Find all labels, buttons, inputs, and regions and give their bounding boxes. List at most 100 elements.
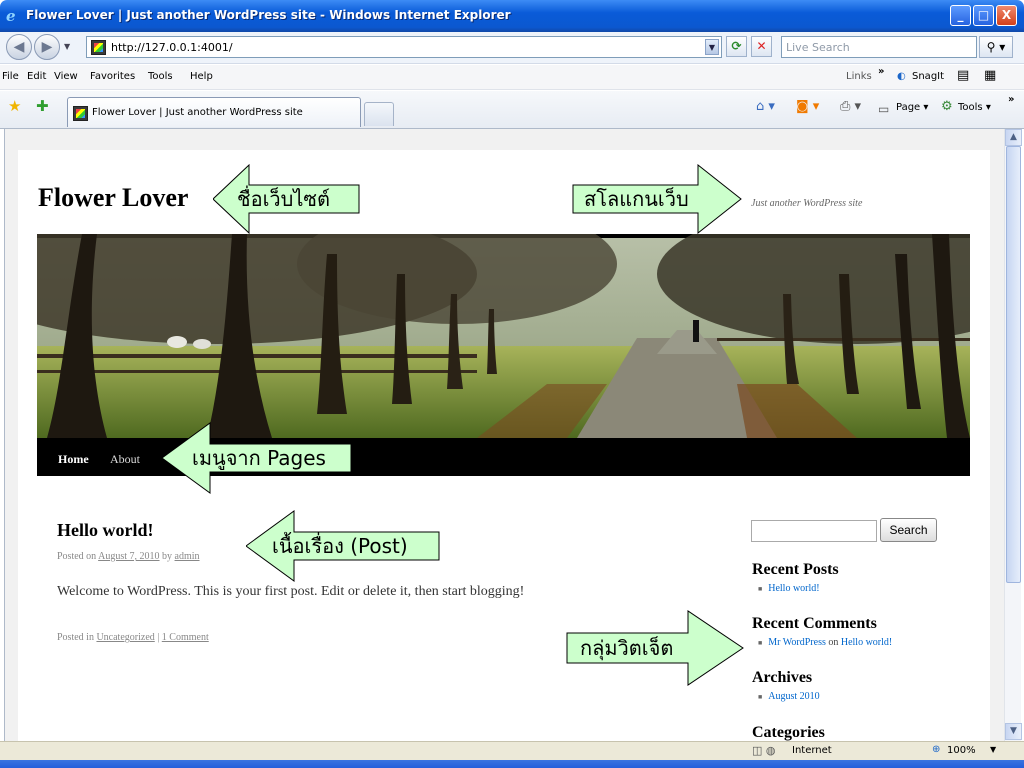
add-favorites-icon[interactable]: ✚ (36, 97, 49, 115)
close-button[interactable]: X (996, 5, 1017, 26)
widget-title-archives: Archives (752, 669, 813, 686)
page-menu[interactable]: Page ▾ (896, 102, 928, 113)
tab-flower-lover[interactable]: Flower Lover | Just another WordPress si… (67, 97, 361, 127)
minimize-button[interactable]: _ (950, 5, 971, 26)
vertical-scrollbar[interactable]: ▲ ▼ (1004, 129, 1022, 741)
comment-post-link[interactable]: Hello world! (841, 637, 892, 648)
annotation-content: เนื้อเรื่อง (Post) (246, 510, 440, 582)
favorites-star-icon[interactable]: ★ (8, 97, 21, 115)
print-icon[interactable]: ⎙ ▾ (840, 99, 861, 114)
address-dropdown-icon[interactable]: ▼ (705, 39, 719, 55)
tab-label: Flower Lover | Just another WordPress si… (92, 107, 303, 118)
home-icon[interactable]: ⌂ ▾ (756, 99, 775, 114)
ie-logo-icon: e (6, 7, 16, 25)
footer-separator: | (157, 632, 160, 643)
bullet-icon: ■ (758, 585, 763, 593)
bullet-icon: ■ (758, 693, 763, 701)
menu-help[interactable]: Help (190, 71, 213, 82)
menu-edit[interactable]: Edit (27, 71, 46, 82)
widget-title-categories: Categories (752, 724, 825, 741)
recent-comment-item: ■ Mr WordPress on Hello world! (758, 637, 892, 648)
links-button[interactable]: Links (846, 71, 872, 82)
scroll-up-icon[interactable]: ▲ (1005, 129, 1022, 146)
comment-author-link[interactable]: Mr WordPress (768, 637, 826, 648)
zoom-level[interactable]: 100% (947, 745, 976, 756)
maximize-button[interactable]: □ (973, 5, 994, 26)
annotation-site-name: ชื่อเว็บไซต์ (213, 164, 360, 234)
comments-link[interactable]: 1 Comment (162, 632, 209, 643)
forward-arrow-icon[interactable]: ▶ (34, 34, 60, 60)
window-title: Flower Lover | Just another WordPress si… (26, 8, 511, 22)
search-icon[interactable]: ⚲ ▾ (979, 36, 1013, 58)
address-bar[interactable]: http://127.0.0.1:4001/ ▼ (86, 36, 722, 58)
chevron-more-icon[interactable]: » (1008, 94, 1014, 105)
widget-title-recent-posts: Recent Posts (752, 561, 839, 578)
site-title[interactable]: Flower Lover (38, 183, 188, 213)
post-date-link[interactable]: August 7, 2010 (98, 551, 159, 562)
site-favicon-icon (91, 40, 106, 55)
window-titlebar: e Flower Lover | Just another WordPress … (0, 0, 1024, 32)
annotation-content-text: เนื้อเรื่อง (Post) (272, 534, 408, 558)
post-footer: Posted in Uncategorized | 1 Comment (57, 632, 209, 643)
back-arrow-icon[interactable]: ◀ (6, 34, 32, 60)
snagit-icon[interactable]: ◐ (897, 71, 906, 82)
menu-favorites[interactable]: Favorites (90, 71, 135, 82)
page-menu-label: Page (896, 102, 921, 113)
stop-icon[interactable]: ✕ (751, 36, 772, 57)
widget-title-recent-comments: Recent Comments (752, 615, 877, 632)
annotation-menu: เมนูจาก Pages (162, 422, 352, 494)
snagit-editor-icon[interactable]: ▦ (984, 68, 996, 83)
annotation-site-name-text: ชื่อเว็บไซต์ (237, 187, 330, 211)
nav-home-link[interactable]: Home (58, 452, 89, 467)
sidebar-search-input[interactable] (751, 520, 877, 542)
comment-on-label: on (828, 637, 839, 648)
annotation-slogan: สโลแกนเว็บ (572, 164, 742, 234)
archive-item: ■ August 2010 (758, 691, 820, 702)
menu-file[interactable]: File (2, 71, 19, 82)
header-image (37, 234, 970, 438)
security-zone: Internet (792, 745, 832, 756)
annotation-slogan-text: สโลแกนเว็บ (584, 187, 689, 211)
page-icon[interactable]: ▭ (878, 102, 889, 116)
post-title-link[interactable]: Hello world! (57, 520, 154, 541)
site-tagline: Just another WordPress site (751, 198, 863, 209)
scroll-thumb[interactable] (1006, 146, 1021, 583)
tools-gear-icon[interactable]: ⚙ (941, 99, 953, 114)
menu-tools[interactable]: Tools (148, 71, 173, 82)
post-author-link[interactable]: admin (175, 551, 200, 562)
snagit-capture-icon[interactable]: ▤ (957, 68, 969, 83)
archive-link[interactable]: August 2010 (768, 691, 819, 702)
feeds-icon[interactable]: ◙ ▾ (796, 99, 819, 114)
menu-view[interactable]: View (54, 71, 78, 82)
annotation-menu-text: เมนูจาก Pages (192, 446, 326, 470)
tools-menu-label: Tools (958, 102, 983, 113)
bullet-icon: ■ (758, 639, 763, 647)
globe-icon: ◫ ◍ (752, 744, 776, 757)
live-search-input[interactable]: Live Search (781, 36, 977, 58)
category-link[interactable]: Uncategorized (96, 632, 154, 643)
post-content: Welcome to WordPress. This is your first… (57, 584, 525, 599)
posted-on-label: Posted on (57, 551, 97, 562)
taskbar (0, 760, 1024, 768)
recent-post-link[interactable]: Hello world! (768, 583, 819, 594)
posted-in-label: Posted in (57, 632, 94, 643)
post-meta: Posted on August 7, 2010 by admin (57, 551, 200, 562)
scroll-down-icon[interactable]: ▼ (1005, 723, 1022, 740)
snagit-button[interactable]: SnagIt (912, 71, 944, 82)
by-label: by (162, 551, 173, 562)
recent-post-item: ■ Hello world! (758, 583, 820, 594)
sidebar-search-button[interactable]: Search (880, 518, 937, 542)
zoom-dropdown-icon[interactable]: ▼ (990, 745, 996, 754)
new-tab-button[interactable] (364, 102, 394, 126)
history-dropdown-icon[interactable]: ▼ (64, 42, 70, 51)
annotation-widgets-text: กลุ่มวิตเจ็ต (580, 636, 674, 660)
refresh-icon[interactable]: ⟳ (726, 36, 747, 57)
tab-favicon-icon (73, 106, 88, 121)
nav-about-link[interactable]: About (110, 452, 140, 467)
chevron-more-icon[interactable]: » (878, 66, 884, 77)
annotation-widgets: กลุ่มวิตเจ็ต (566, 610, 744, 686)
address-input[interactable]: http://127.0.0.1:4001/ (111, 41, 233, 54)
search-placeholder: Live Search (786, 41, 850, 54)
tools-menu[interactable]: Tools ▾ (958, 102, 991, 113)
zoom-icon[interactable]: ⊕ (932, 744, 940, 755)
